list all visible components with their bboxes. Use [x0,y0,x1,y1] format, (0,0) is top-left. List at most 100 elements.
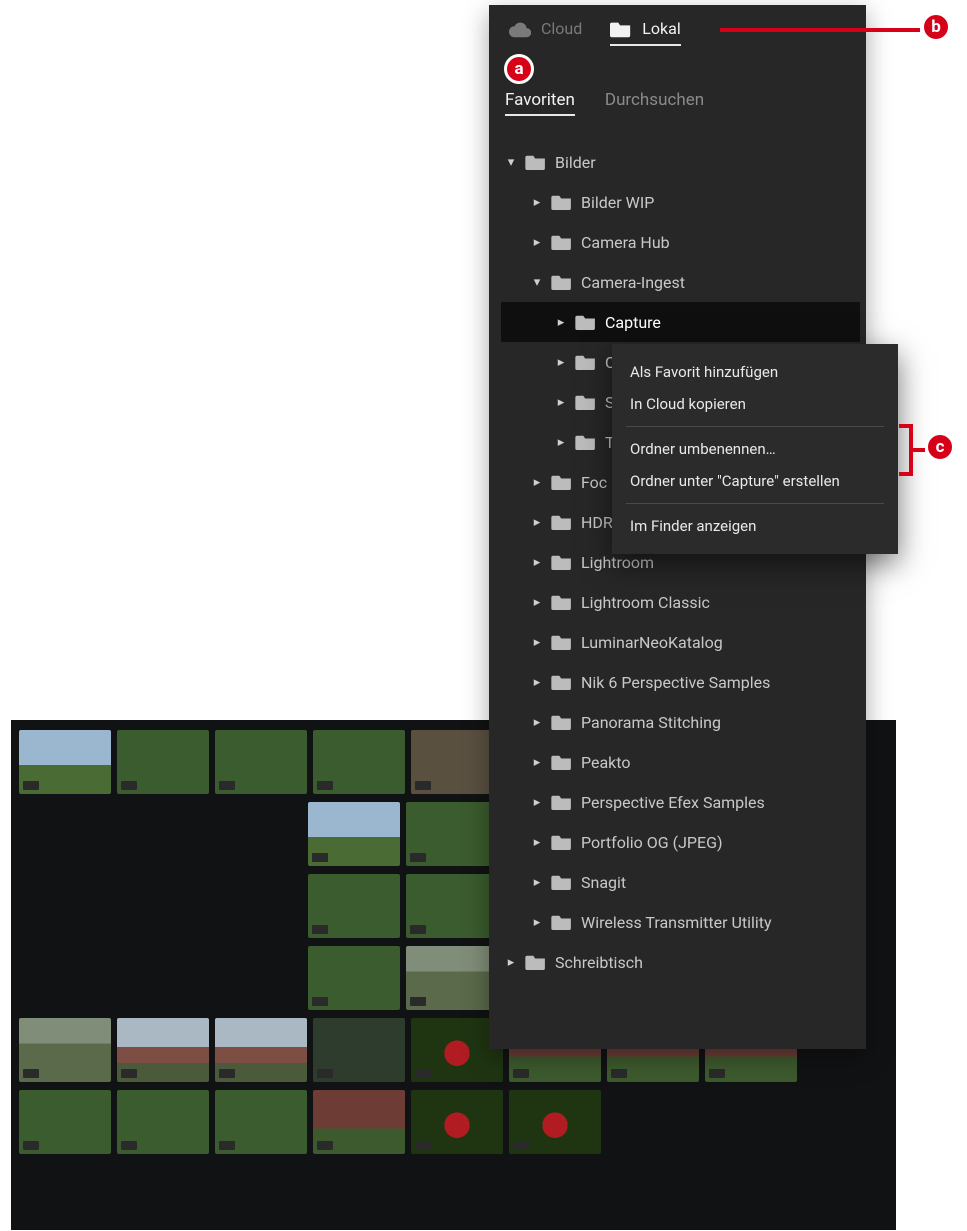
tree-item-bilder_wip[interactable]: ▸Bilder WIP [501,182,860,222]
thumb[interactable] [406,946,498,1010]
tree-item-lumin[interactable]: ▸LuminarNeoKatalog [501,622,860,662]
ctx-label: Als Favorit hinzufügen [630,363,778,381]
tree-item-nik[interactable]: ▸Nik 6 Perspective Samples [501,662,860,702]
tree-item-label: Panorama Stitching [581,713,721,732]
thumb[interactable] [411,1090,503,1154]
tree-item-portf[interactable]: ▸ Portfolio OG (JPEG) [501,822,860,862]
tree-item-label: Camera Hub [581,233,670,252]
top-tabs: Cloud Lokal [489,5,866,48]
chevron-right-icon[interactable]: ▸ [553,315,569,330]
callout-bracket [899,424,913,476]
tree-item-capture[interactable]: ▸ Capture [501,302,860,342]
tree-item-label: Portfolio OG (JPEG) [581,833,723,852]
chevron-right-icon[interactable]: ▸ [529,475,545,490]
thumb[interactable] [19,1090,111,1154]
ctx-create-under[interactable]: Ordner unter "Capture" erstellen [612,465,898,497]
folder-icon [610,20,632,38]
folder-icon [551,874,573,890]
thumb[interactable] [215,1018,307,1082]
tree-item-snag[interactable]: ▸Snagit [501,862,860,902]
tree-item-label: Wireless Transmitter Utility [581,913,772,932]
thumb[interactable] [215,730,307,794]
chevron-right-icon[interactable]: ▸ [529,915,545,930]
thumb[interactable] [406,802,498,866]
folder-icon [575,354,597,370]
folder-icon [525,954,547,970]
thumb[interactable] [509,1090,601,1154]
tree-item-root1[interactable]: ▾Bilder [501,142,860,182]
callout-b: b [921,12,951,42]
chevron-right-icon[interactable]: ▸ [529,795,545,810]
thumb[interactable] [19,730,111,794]
tree-item-label: Capture [605,313,661,332]
ctx-add-favorite[interactable]: Als Favorit hinzufügen [612,356,898,388]
tree-item-label: Perspective Efex Samples [581,793,765,812]
tree-item-camera_ingest[interactable]: ▾ Camera-Ingest [501,262,860,302]
thumb[interactable] [406,874,498,938]
thumb[interactable] [308,874,400,938]
thumb[interactable] [117,1018,209,1082]
chevron-right-icon[interactable]: ▸ [529,755,545,770]
chevron-right-icon[interactable]: ▸ [553,435,569,450]
folder-icon [551,274,573,290]
thumb[interactable] [313,1090,405,1154]
chevron-right-icon[interactable]: ▸ [529,595,545,610]
chevron-down-icon[interactable]: ▾ [503,155,519,170]
chevron-right-icon[interactable]: ▸ [529,635,545,650]
callout-label: b [931,17,941,37]
tree-item-label: Foc [581,473,607,492]
callout-line [720,28,920,32]
folder-icon [551,754,573,770]
chevron-down-icon[interactable]: ▾ [529,275,545,290]
thumb[interactable] [19,1018,111,1082]
thumb[interactable] [215,1090,307,1154]
callout-a: a [504,54,534,84]
folder-icon [551,914,573,930]
subtab-favoriten[interactable]: Favoriten [505,90,575,110]
folder-icon [551,234,573,250]
tree-item-peakto[interactable]: ▸Peakto [501,742,860,782]
folder-icon [551,594,573,610]
ctx-rename[interactable]: Ordner umbenennen… [612,433,898,465]
subtab-durchsuchen[interactable]: Durchsuchen [605,90,704,110]
ctx-copy-cloud[interactable]: In Cloud kopieren [612,388,898,420]
tab-cloud[interactable]: Cloud [509,19,582,38]
folder-icon [551,674,573,690]
chevron-right-icon[interactable]: ▸ [529,515,545,530]
chevron-right-icon[interactable]: ▸ [553,355,569,370]
chevron-right-icon[interactable]: ▸ [529,555,545,570]
thumb[interactable] [117,730,209,794]
ctx-show-finder[interactable]: Im Finder anzeigen [612,510,898,542]
thumb[interactable] [313,1018,405,1082]
folder-icon [575,314,597,330]
tree-item-lrc[interactable]: ▸ Lightroom Classic [501,582,860,622]
chevron-right-icon[interactable]: ▸ [529,715,545,730]
chevron-right-icon[interactable]: ▸ [529,835,545,850]
chevron-right-icon[interactable]: ▸ [529,195,545,210]
thumb[interactable] [117,1090,209,1154]
tree-item-label: Lightroom Classic [581,593,710,612]
chevron-right-icon[interactable]: ▸ [529,675,545,690]
thumb[interactable] [308,802,400,866]
tab-lokal[interactable]: Lokal [610,19,680,38]
chevron-right-icon[interactable]: ▸ [503,955,519,970]
folder-icon [575,434,597,450]
tree-item-camera_hub[interactable]: ▸ Camera Hub [501,222,860,262]
cloud-icon [509,20,531,38]
callout-line [913,448,925,452]
callout-label: a [514,59,523,79]
chevron-right-icon[interactable]: ▸ [553,395,569,410]
tree-item-root2[interactable]: ▸ Schreibtisch [501,942,860,982]
ctx-label: In Cloud kopieren [630,395,746,413]
chevron-right-icon[interactable]: ▸ [529,875,545,890]
tree-item-label: Camera-Ingest [581,273,685,292]
callout-label: c [936,437,945,457]
thumb[interactable] [313,730,405,794]
tree-item-label: Schreibtisch [555,953,643,972]
tree-item-pano[interactable]: ▸ Panorama Stitching [501,702,860,742]
chevron-right-icon[interactable]: ▸ [529,235,545,250]
thumb[interactable] [308,946,400,1010]
callout-c: c [925,432,955,462]
tree-item-persp[interactable]: ▸ Perspective Efex Samples [501,782,860,822]
tree-item-wtu[interactable]: ▸ Wireless Transmitter Utility [501,902,860,942]
